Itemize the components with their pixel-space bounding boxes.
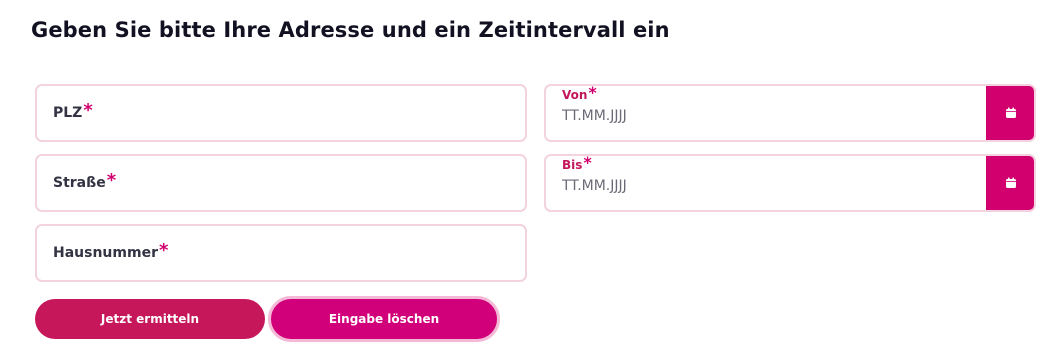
hausnummer-field[interactable]: Hausnummer * [35,224,527,282]
bis-calendar-button[interactable] [986,156,1034,210]
bis-label-text: Bis [562,158,583,172]
von-date-field[interactable]: Von * [544,84,1036,142]
required-marker: * [106,170,117,191]
plz-label-text: PLZ [53,105,83,121]
calendar-icon [1006,107,1016,118]
bis-date-field[interactable]: Bis * [544,154,1036,212]
plz-field[interactable]: PLZ * [35,84,527,142]
strasse-label-text: Straße [53,175,106,191]
hausnummer-label-text: Hausnummer [53,245,158,261]
von-calendar-button[interactable] [986,86,1034,140]
von-date-input[interactable] [562,106,962,126]
required-marker: * [588,84,597,102]
page-title: Geben Sie bitte Ihre Adresse und ein Zei… [31,18,670,42]
bis-date-input[interactable] [562,176,962,196]
bis-label: Bis * [562,154,592,172]
hausnummer-label: Hausnummer * [53,240,169,262]
required-marker: * [158,240,169,261]
strasse-field[interactable]: Straße * [35,154,527,212]
von-label-text: Von [562,88,588,102]
clear-button[interactable]: Eingabe löschen [268,296,500,342]
strasse-label: Straße * [53,170,117,192]
von-label: Von * [562,84,597,102]
plz-label: PLZ * [53,100,93,122]
calendar-icon [1006,177,1016,188]
required-marker: * [583,154,592,172]
submit-button[interactable]: Jetzt ermitteln [35,299,265,339]
required-marker: * [83,100,93,121]
